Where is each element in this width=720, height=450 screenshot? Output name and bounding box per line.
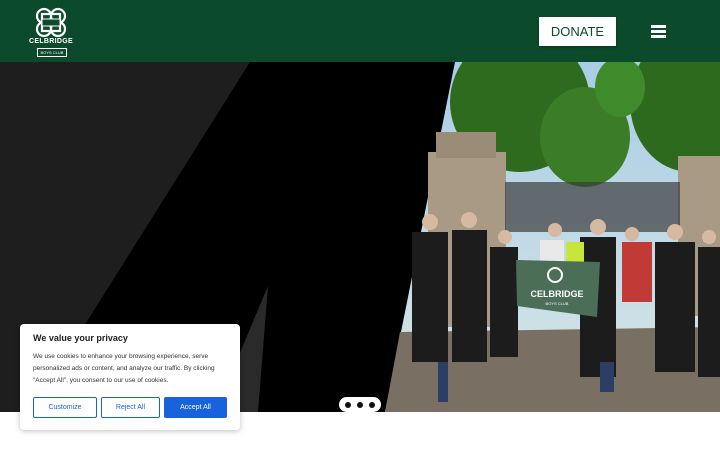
cookie-title: We value your privacy <box>33 333 128 343</box>
cookie-consent-banner: We value your privacy We use cookies to … <box>20 324 240 430</box>
banner-subtitle: BOYS CLUB <box>546 301 569 306</box>
accept-all-button[interactable]: Accept All <box>164 397 227 418</box>
site-header: CELBRIDGE BOYS CLUB DONATE <box>0 0 720 62</box>
slider-pagination[interactable] <box>339 397 381 412</box>
celtic-knot-icon <box>35 7 67 38</box>
cookie-description: We use cookies to enhance your browsing … <box>33 353 215 384</box>
logo-subtitle: BOYS CLUB <box>37 48 67 57</box>
banner-title: CELBRIDGE <box>530 289 583 299</box>
slide-dot-3[interactable] <box>369 402 375 408</box>
logo-title: CELBRIDGE <box>29 38 73 45</box>
reject-all-button[interactable]: Reject All <box>101 397 160 418</box>
donate-button[interactable]: DONATE <box>539 17 616 46</box>
hamburger-menu-icon[interactable] <box>651 24 669 39</box>
slide-dot-1[interactable] <box>345 402 351 408</box>
slide-dot-2[interactable] <box>357 402 363 408</box>
customize-button[interactable]: Customize <box>33 397 97 418</box>
